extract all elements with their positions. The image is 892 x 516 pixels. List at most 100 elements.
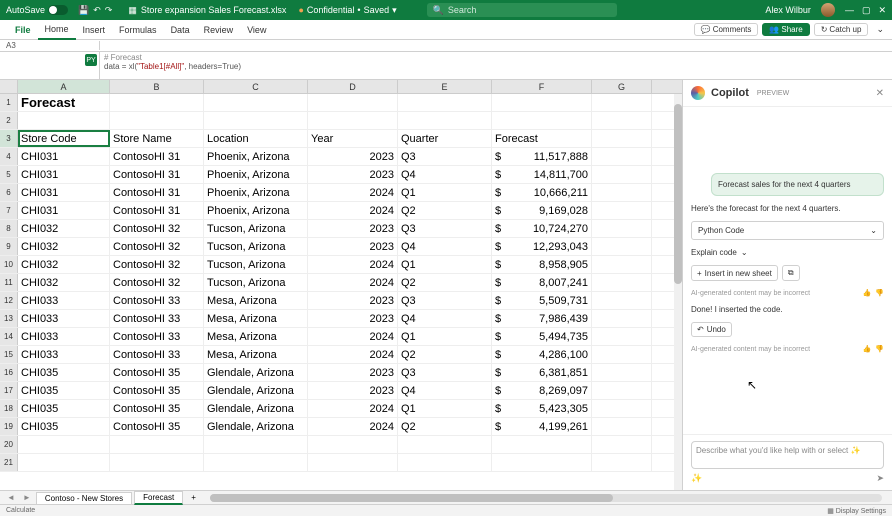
- select-all-corner[interactable]: [0, 80, 18, 93]
- row-header[interactable]: 4: [0, 148, 18, 165]
- cell-code[interactable]: CHI033: [18, 292, 110, 309]
- catchup-button[interactable]: ↻Catch up: [814, 23, 869, 36]
- cell[interactable]: [592, 454, 652, 471]
- cell-loc[interactable]: Mesa, Arizona: [204, 310, 308, 327]
- sensitivity-label[interactable]: Confidential: [307, 5, 355, 15]
- cell-quarter[interactable]: Q3: [398, 220, 492, 237]
- cell-quarter[interactable]: Q2: [398, 418, 492, 435]
- cell-name[interactable]: ContosoHI 35: [110, 364, 204, 381]
- cell-quarter[interactable]: Q3: [398, 148, 492, 165]
- cell-header[interactable]: Year: [308, 130, 398, 147]
- cell-name[interactable]: ContosoHI 35: [110, 418, 204, 435]
- tab-home[interactable]: Home: [38, 20, 76, 40]
- cell-name[interactable]: ContosoHI 31: [110, 202, 204, 219]
- cell-loc[interactable]: Tucson, Arizona: [204, 220, 308, 237]
- cell-name[interactable]: ContosoHI 33: [110, 346, 204, 363]
- cell[interactable]: [110, 94, 204, 111]
- cell-quarter[interactable]: Q1: [398, 184, 492, 201]
- cell-year[interactable]: 2024: [308, 274, 398, 291]
- chevron-down-icon[interactable]: ⌄: [870, 226, 877, 235]
- row-header[interactable]: 20: [0, 436, 18, 453]
- cell-forecast[interactable]: $5,423,305: [492, 400, 592, 417]
- cell[interactable]: [204, 436, 308, 453]
- vertical-scrollbar[interactable]: [674, 94, 682, 490]
- cell-name[interactable]: ContosoHI 33: [110, 292, 204, 309]
- maximize-icon[interactable]: ▢: [862, 5, 871, 16]
- row-header[interactable]: 1: [0, 94, 18, 111]
- cell-code[interactable]: CHI035: [18, 382, 110, 399]
- scrollbar-thumb[interactable]: [674, 104, 682, 284]
- cell[interactable]: [204, 94, 308, 111]
- cell[interactable]: [592, 328, 652, 345]
- cell[interactable]: [592, 112, 652, 129]
- cell-year[interactable]: 2023: [308, 238, 398, 255]
- cell-code[interactable]: CHI031: [18, 202, 110, 219]
- row-header[interactable]: 2: [0, 112, 18, 129]
- cell-year[interactable]: 2023: [308, 166, 398, 183]
- cell-header[interactable]: Location: [204, 130, 308, 147]
- cell-loc[interactable]: Glendale, Arizona: [204, 364, 308, 381]
- cell-code[interactable]: CHI032: [18, 238, 110, 255]
- cell-name[interactable]: ContosoHI 31: [110, 184, 204, 201]
- cell-name[interactable]: ContosoHI 32: [110, 256, 204, 273]
- row-header[interactable]: 8: [0, 220, 18, 237]
- explain-code-link[interactable]: Explain code: [691, 248, 737, 257]
- cell[interactable]: [592, 184, 652, 201]
- cell-name[interactable]: ContosoHI 33: [110, 328, 204, 345]
- cell-quarter[interactable]: Q2: [398, 202, 492, 219]
- cell-year[interactable]: 2023: [308, 220, 398, 237]
- cell[interactable]: [592, 130, 652, 147]
- cell-year[interactable]: 2023: [308, 382, 398, 399]
- cell-year[interactable]: 2024: [308, 328, 398, 345]
- cell-loc[interactable]: Mesa, Arizona: [204, 346, 308, 363]
- cell-name[interactable]: ContosoHI 35: [110, 400, 204, 417]
- name-box[interactable]: A3: [0, 41, 100, 50]
- row-header[interactable]: 13: [0, 310, 18, 327]
- close-icon[interactable]: ✕: [878, 5, 886, 16]
- display-settings-button[interactable]: ▦ Display Settings: [827, 507, 886, 515]
- cell-forecast[interactable]: $10,666,211: [492, 184, 592, 201]
- cell[interactable]: [398, 94, 492, 111]
- cell[interactable]: [110, 454, 204, 471]
- tab-insert[interactable]: Insert: [76, 25, 113, 35]
- python-code[interactable]: # Forecast data = xl("Table1[#All]", hea…: [100, 52, 892, 79]
- cell-loc[interactable]: Phoenix, Arizona: [204, 148, 308, 165]
- cell[interactable]: [398, 112, 492, 129]
- cell-name[interactable]: ContosoHI 33: [110, 310, 204, 327]
- send-icon[interactable]: ➤: [876, 473, 884, 484]
- cell-loc[interactable]: Phoenix, Arizona: [204, 202, 308, 219]
- cell[interactable]: [592, 382, 652, 399]
- cell[interactable]: [398, 454, 492, 471]
- cell-loc[interactable]: Mesa, Arizona: [204, 292, 308, 309]
- cell-year[interactable]: 2024: [308, 418, 398, 435]
- cell-loc[interactable]: Glendale, Arizona: [204, 418, 308, 435]
- ribbon-chevron-icon[interactable]: ⌄: [876, 24, 884, 35]
- cell-quarter[interactable]: Q4: [398, 238, 492, 255]
- cell-code[interactable]: CHI035: [18, 400, 110, 417]
- cell-quarter[interactable]: Q2: [398, 274, 492, 291]
- col-header-d[interactable]: D: [308, 80, 398, 93]
- spreadsheet-grid[interactable]: A B C D E F G 1Forecast23Store CodeStore…: [0, 80, 682, 490]
- row-header[interactable]: 5: [0, 166, 18, 183]
- tab-review[interactable]: Review: [197, 25, 241, 35]
- cell-loc[interactable]: Glendale, Arizona: [204, 382, 308, 399]
- undo-button[interactable]: ↶Undo: [691, 322, 732, 337]
- chevron-down-icon[interactable]: ⌄: [741, 248, 748, 257]
- add-sheet-button[interactable]: +: [185, 493, 202, 502]
- comments-button[interactable]: 💬Comments: [694, 23, 759, 36]
- cell-quarter[interactable]: Q4: [398, 166, 492, 183]
- cell-forecast[interactable]: $14,811,700: [492, 166, 592, 183]
- row-header[interactable]: 6: [0, 184, 18, 201]
- col-header-e[interactable]: E: [398, 80, 492, 93]
- cell-year[interactable]: 2024: [308, 256, 398, 273]
- cell[interactable]: [592, 94, 652, 111]
- cell-forecast[interactable]: $6,381,851: [492, 364, 592, 381]
- cell-loc[interactable]: Tucson, Arizona: [204, 238, 308, 255]
- cell-loc[interactable]: Glendale, Arizona: [204, 400, 308, 417]
- cell-forecast[interactable]: $5,494,735: [492, 328, 592, 345]
- thumbs-down-icon[interactable]: 👎: [875, 289, 884, 297]
- cell-header[interactable]: Quarter: [398, 130, 492, 147]
- cell-code[interactable]: CHI033: [18, 346, 110, 363]
- toggle-switch[interactable]: [48, 5, 68, 15]
- cell-header[interactable]: Store Code: [18, 130, 110, 147]
